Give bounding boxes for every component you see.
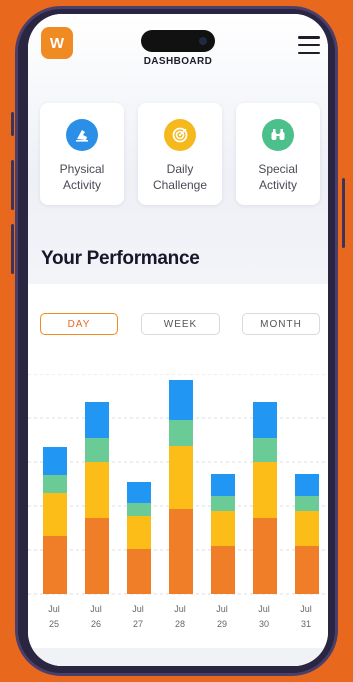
x-tick-month: Jul bbox=[174, 604, 186, 614]
x-tick-day: 27 bbox=[133, 619, 143, 629]
bar-segment-1[interactable] bbox=[295, 511, 319, 546]
activity-cards: Physical Activity Daily Challenge Specia… bbox=[40, 103, 320, 205]
phone-side-button bbox=[11, 112, 14, 136]
tab-week[interactable]: WEEK bbox=[141, 313, 220, 335]
x-tick-day: 26 bbox=[91, 619, 101, 629]
bar-segment-1[interactable] bbox=[43, 493, 67, 536]
card-special-activity[interactable]: Special Activity bbox=[236, 103, 320, 205]
x-tick-month: Jul bbox=[300, 604, 312, 614]
app-logo[interactable]: W bbox=[41, 27, 73, 59]
tab-month[interactable]: MONTH bbox=[242, 313, 320, 335]
running-shoe-icon bbox=[66, 119, 98, 151]
bar-segment-3[interactable] bbox=[169, 380, 193, 420]
performance-heading: Your Performance bbox=[41, 248, 200, 269]
bar-segment-3[interactable] bbox=[253, 402, 277, 438]
camera-icon bbox=[199, 37, 207, 45]
binoculars-icon bbox=[262, 119, 294, 151]
x-tick-day: 30 bbox=[259, 619, 269, 629]
page-title: DASHBOARD bbox=[143, 56, 213, 67]
card-label: Physical Activity bbox=[59, 162, 105, 192]
bar-segment-1[interactable] bbox=[85, 462, 109, 518]
bar-segment-2[interactable] bbox=[127, 503, 151, 516]
x-tick-day: 25 bbox=[49, 619, 59, 629]
bar-segment-1[interactable] bbox=[127, 516, 151, 549]
phone-power-button bbox=[342, 178, 345, 248]
bar-segment-2[interactable] bbox=[253, 438, 277, 462]
bar-segment-0[interactable] bbox=[211, 546, 235, 594]
bar-segment-2[interactable] bbox=[43, 475, 67, 493]
x-tick-month: Jul bbox=[90, 604, 102, 614]
phone-screen: W DASHBOARD Physical Activity Daily Chal… bbox=[28, 14, 328, 666]
bar-segment-0[interactable] bbox=[253, 518, 277, 594]
bar-segment-3[interactable] bbox=[211, 474, 235, 496]
card-daily-challenge[interactable]: Daily Challenge bbox=[138, 103, 222, 205]
bar-segment-3[interactable] bbox=[85, 402, 109, 438]
bottom-bar bbox=[28, 648, 328, 666]
x-tick-day: 29 bbox=[217, 619, 227, 629]
dynamic-island bbox=[141, 30, 215, 52]
card-physical-activity[interactable]: Physical Activity bbox=[40, 103, 124, 205]
bar-segment-3[interactable] bbox=[43, 447, 67, 475]
menu-line bbox=[298, 36, 320, 39]
menu-line bbox=[298, 51, 320, 54]
phone-volume-up-button bbox=[11, 160, 14, 210]
card-label: Special Activity bbox=[258, 162, 298, 192]
bar-segment-2[interactable] bbox=[169, 420, 193, 446]
bar-segment-1[interactable] bbox=[211, 511, 235, 546]
bar-segment-3[interactable] bbox=[127, 482, 151, 503]
bar-segment-0[interactable] bbox=[85, 518, 109, 594]
phone-volume-down-button bbox=[11, 224, 14, 274]
card-label: Daily Challenge bbox=[152, 162, 208, 192]
bar-segment-3[interactable] bbox=[295, 474, 319, 496]
bar-segment-0[interactable] bbox=[127, 549, 151, 594]
bar-segment-0[interactable] bbox=[295, 546, 319, 594]
x-tick-month: Jul bbox=[216, 604, 228, 614]
bar-segment-1[interactable] bbox=[253, 462, 277, 518]
bar-segment-1[interactable] bbox=[169, 446, 193, 509]
bar-segment-0[interactable] bbox=[43, 536, 67, 594]
x-tick-day: 28 bbox=[175, 619, 185, 629]
x-tick-month: Jul bbox=[48, 604, 60, 614]
bar-segment-0[interactable] bbox=[169, 509, 193, 594]
bar-segment-2[interactable] bbox=[295, 496, 319, 511]
x-tick-month: Jul bbox=[258, 604, 270, 614]
x-tick-month: Jul bbox=[132, 604, 144, 614]
hamburger-menu-icon[interactable] bbox=[298, 36, 320, 54]
target-icon bbox=[164, 119, 196, 151]
performance-chart: Jul 25 Jul 26 Jul 27 Jul 28 Jul 29 Jul 30 Jul 31 bbox=[28, 374, 328, 629]
tab-day[interactable]: DAY bbox=[40, 313, 118, 335]
bar-segment-2[interactable] bbox=[211, 496, 235, 511]
menu-line bbox=[298, 43, 320, 47]
x-tick-day: 31 bbox=[301, 619, 311, 629]
bar-segment-2[interactable] bbox=[85, 438, 109, 462]
